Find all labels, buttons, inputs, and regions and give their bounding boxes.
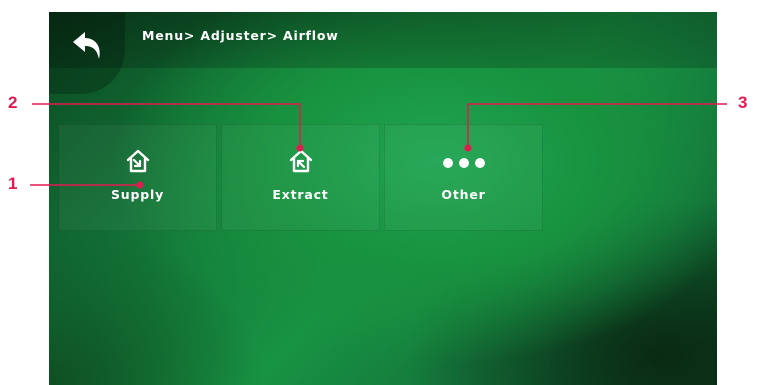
- three-dots-icon: [442, 158, 485, 168]
- device-screen: Menu> Adjuster> Airflow Supply Extract O…: [49, 12, 717, 385]
- back-arrow-icon: [73, 32, 100, 59]
- callout-number-3: 3: [738, 93, 748, 112]
- other-label: Other: [441, 187, 486, 202]
- breadcrumb: Menu> Adjuster> Airflow: [142, 28, 339, 43]
- house-arrow-in-icon: [126, 149, 149, 173]
- extract-tile[interactable]: Extract: [221, 124, 380, 231]
- house-arrow-out-icon: [289, 149, 312, 173]
- supply-tile[interactable]: Supply: [58, 124, 217, 231]
- callout-number-1: 1: [8, 174, 18, 193]
- back-button[interactable]: [49, 12, 125, 94]
- callout-number-2: 2: [8, 93, 18, 112]
- page: Menu> Adjuster> Airflow Supply Extract O…: [0, 0, 758, 385]
- other-tile[interactable]: Other: [384, 124, 543, 231]
- extract-label: Extract: [272, 187, 329, 202]
- supply-label: Supply: [110, 187, 165, 202]
